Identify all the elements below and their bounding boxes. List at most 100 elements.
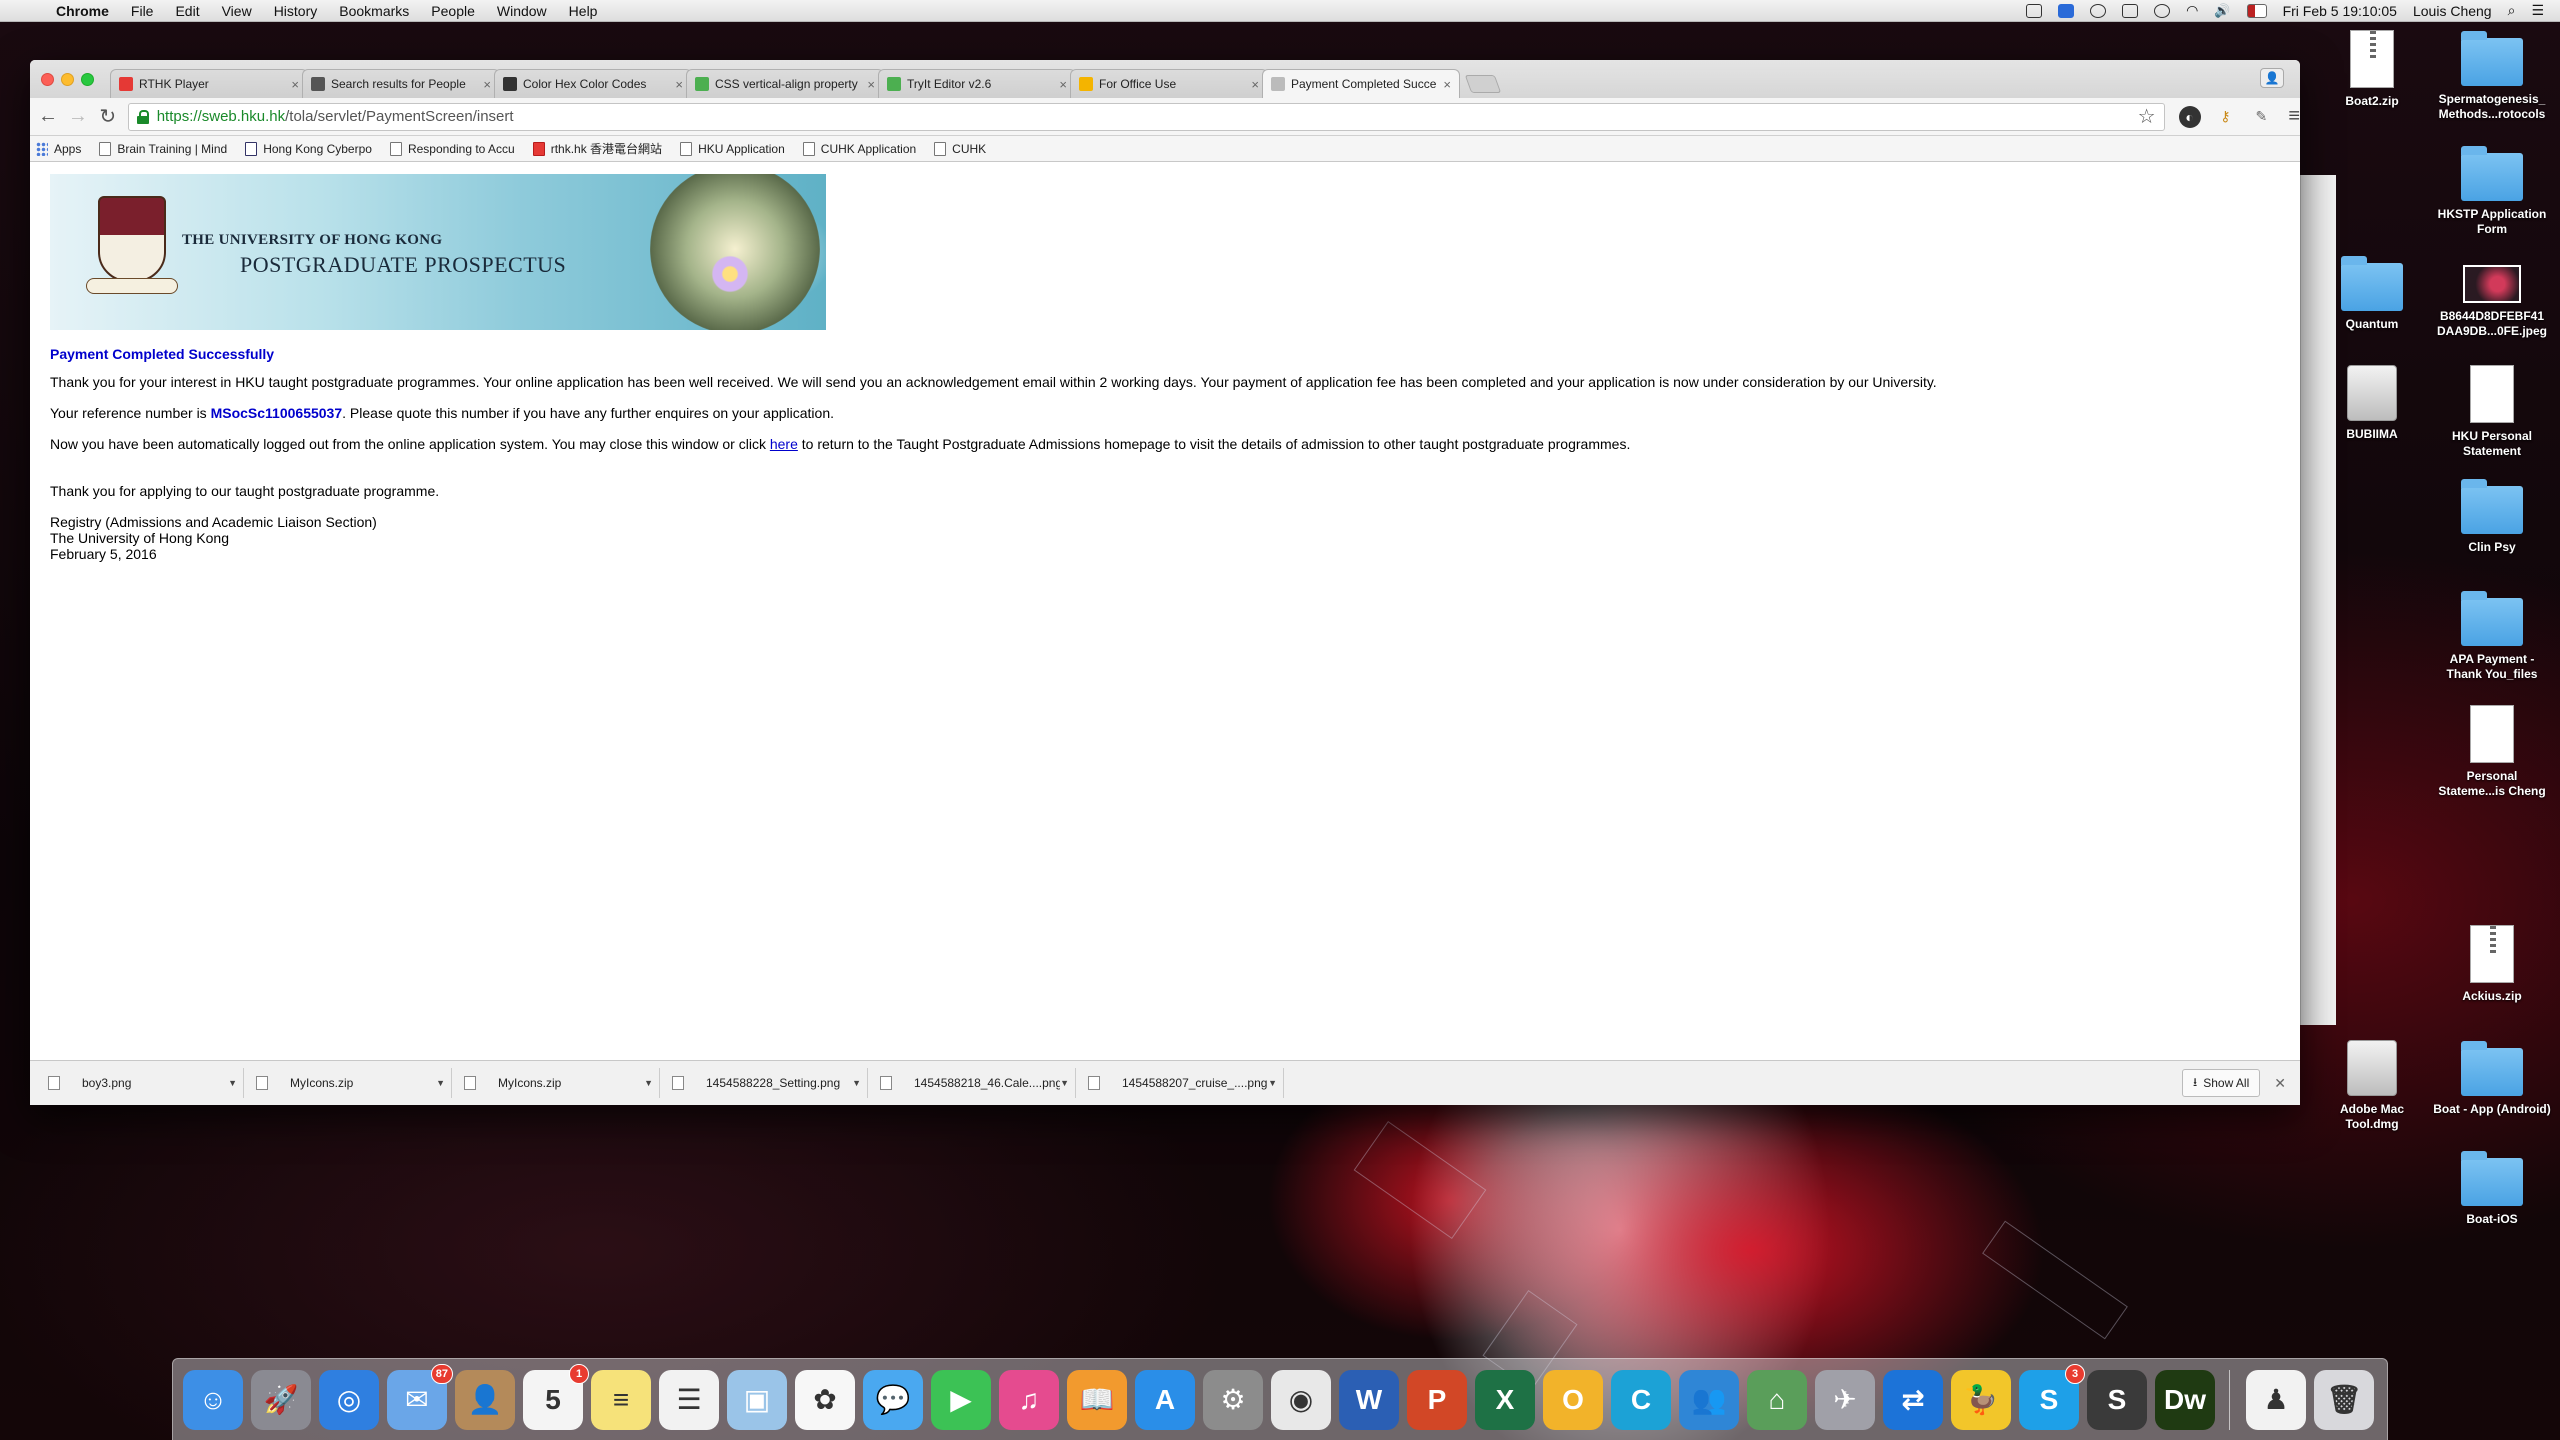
chevron-down-icon[interactable]: ▼ bbox=[644, 1078, 653, 1088]
menu-app-chrome[interactable]: Chrome bbox=[56, 3, 109, 19]
dock-app-dreamweaver-icon[interactable]: Dw bbox=[2155, 1369, 2215, 1430]
desktop-icon[interactable]: Ackius.zip bbox=[2432, 925, 2552, 1004]
menu-file[interactable]: File bbox=[131, 3, 154, 19]
dock-app-preview-icon[interactable]: ▣ bbox=[727, 1369, 787, 1430]
desktop-icon[interactable]: Boat2.zip bbox=[2312, 30, 2432, 109]
close-window-button[interactable] bbox=[41, 73, 54, 86]
show-all-downloads-button[interactable]: ⭳ Show All bbox=[2182, 1069, 2261, 1097]
tab-close-icon[interactable]: × bbox=[1059, 77, 1067, 92]
dock-app-trash-icon[interactable]: 🗑 bbox=[2314, 1369, 2374, 1430]
dock-app-safari-icon[interactable]: ◎ bbox=[319, 1369, 379, 1430]
tab-close-icon[interactable]: × bbox=[483, 77, 491, 92]
dock-app-sublime-icon[interactable]: S bbox=[2087, 1369, 2147, 1430]
forward-button[interactable]: → bbox=[66, 105, 90, 129]
dock-app-powerpoint-icon[interactable]: P bbox=[1407, 1369, 1467, 1430]
tab-close-icon[interactable]: × bbox=[867, 77, 875, 92]
dock-app-word-icon[interactable]: W bbox=[1339, 1369, 1399, 1430]
chevron-down-icon[interactable]: ▼ bbox=[1060, 1078, 1069, 1088]
user-name[interactable]: Louis Cheng bbox=[2413, 3, 2492, 19]
bookmark-cuhk-application[interactable]: CUHK Application bbox=[802, 141, 916, 156]
chevron-down-icon[interactable]: ▼ bbox=[436, 1078, 445, 1088]
profile-button[interactable]: 👤 bbox=[2260, 68, 2284, 88]
browser-tab[interactable]: TryIt Editor v2.6 × bbox=[878, 69, 1076, 98]
bookmark-responding[interactable]: Responding to Accu bbox=[389, 141, 515, 156]
tab-close-icon[interactable]: × bbox=[1251, 77, 1259, 92]
dock-app-system-preferences-icon[interactable]: ⚙ bbox=[1203, 1369, 1263, 1430]
desktop-icon[interactable]: Boat - App (Android) bbox=[2432, 1040, 2552, 1117]
here-link[interactable]: here bbox=[770, 436, 798, 452]
timemachine-icon[interactable] bbox=[2154, 3, 2171, 18]
dropbox-icon[interactable] bbox=[2058, 3, 2075, 18]
bookmark-star-icon[interactable]: ☆ bbox=[2138, 104, 2156, 129]
browser-tab[interactable]: Search results for People × bbox=[302, 69, 500, 98]
new-tab-button[interactable] bbox=[1464, 75, 1502, 93]
dock-app-messages-icon[interactable]: 💬 bbox=[863, 1369, 923, 1430]
dock-app-finder-icon[interactable]: ☺ bbox=[183, 1369, 243, 1430]
dock-app-excel-icon[interactable]: X bbox=[1475, 1369, 1535, 1430]
bookmark-hk-cyberport[interactable]: Hong Kong Cyberpo bbox=[245, 141, 372, 156]
menu-window[interactable]: Window bbox=[497, 3, 547, 19]
tray-cloud-icon[interactable] bbox=[2090, 3, 2107, 18]
dock-app-lync-icon[interactable]: 👥 bbox=[1679, 1369, 1739, 1430]
bookmark-cuhk[interactable]: CUHK bbox=[934, 141, 986, 156]
desktop-icon[interactable]: Spermatogenesis_ Methods...rotocols bbox=[2432, 30, 2552, 122]
minimize-window-button[interactable] bbox=[61, 73, 74, 86]
dock-app-skype-icon[interactable]: S3 bbox=[2019, 1363, 2085, 1430]
dock-app-cyberduck-icon[interactable]: 🦆 bbox=[1951, 1369, 2011, 1430]
wifi-icon[interactable]: ◠ bbox=[2186, 2, 2198, 19]
bookmark-rthk[interactable]: rthk.hk 香港電台網站 bbox=[532, 140, 662, 157]
dock-app-outlook-icon[interactable]: O bbox=[1543, 1369, 1603, 1430]
spotlight-icon[interactable]: ⌕ bbox=[2508, 2, 2516, 19]
dock-app-ibooks-icon[interactable]: 📖 bbox=[1067, 1369, 1127, 1430]
download-item[interactable]: boy3.png ▼ bbox=[36, 1068, 244, 1098]
extension-icon[interactable]: ◐ bbox=[2178, 105, 2201, 128]
tab-close-icon[interactable]: × bbox=[1443, 77, 1451, 92]
dock-app-launchpad-icon[interactable]: 🚀 bbox=[251, 1369, 311, 1430]
menu-view[interactable]: View bbox=[222, 3, 252, 19]
dock-app-itunes-icon[interactable]: ♫ bbox=[999, 1369, 1059, 1430]
desktop-icon[interactable]: Adobe Mac Tool.dmg bbox=[2312, 1040, 2432, 1132]
address-bar[interactable]: https://sweb.hku.hk /tola/servlet/Paymen… bbox=[127, 102, 2165, 131]
menu-bookmarks[interactable]: Bookmarks bbox=[339, 3, 409, 19]
notification-center-icon[interactable]: ☰ bbox=[2531, 2, 2544, 19]
bookmark-hku-application[interactable]: HKU Application bbox=[680, 141, 785, 156]
dock-app-facetime-icon[interactable]: ▶ bbox=[931, 1369, 991, 1430]
dock-app-teamviewer-icon[interactable]: ⇄ bbox=[1883, 1369, 1943, 1430]
tray-checkbox-icon[interactable] bbox=[2026, 3, 2043, 18]
desktop-icon[interactable]: Personal Stateme...is Cheng bbox=[2432, 705, 2552, 799]
menu-history[interactable]: History bbox=[274, 3, 318, 19]
clock[interactable]: Fri Feb 5 19:10:05 bbox=[2283, 3, 2397, 19]
dock-app-utility-icon[interactable]: ✈ bbox=[1815, 1369, 1875, 1430]
chevron-down-icon[interactable]: ▼ bbox=[852, 1078, 861, 1088]
desktop-icon[interactable]: APA Payment - Thank You_files bbox=[2432, 590, 2552, 682]
browser-tab[interactable]: RTHK Player × bbox=[110, 69, 308, 98]
download-item[interactable]: MyIcons.zip ▼ bbox=[452, 1068, 660, 1098]
download-item[interactable]: MyIcons.zip ▼ bbox=[244, 1068, 452, 1098]
dock-app-notes-icon[interactable]: ≡ bbox=[591, 1369, 651, 1430]
bookmark-apps[interactable]: Apps bbox=[36, 141, 81, 156]
tab-close-icon[interactable]: × bbox=[675, 77, 683, 92]
bookmark-brain-training[interactable]: Brain Training | Mind bbox=[99, 141, 227, 156]
dock-app-cisco-icon[interactable]: C bbox=[1611, 1369, 1671, 1430]
dock-app-reminders-icon[interactable]: ☰ bbox=[659, 1369, 719, 1430]
chrome-menu-icon[interactable]: ≡ bbox=[2288, 105, 2300, 128]
desktop-icon[interactable]: HKSTP Application Form bbox=[2432, 145, 2552, 237]
menu-help[interactable]: Help bbox=[569, 3, 598, 19]
airplay-icon[interactable] bbox=[2122, 3, 2139, 18]
desktop-icon[interactable]: Boat-iOS bbox=[2432, 1150, 2552, 1227]
desktop-icon[interactable]: BUBIIMA bbox=[2312, 365, 2432, 442]
dock-app-chrome-icon[interactable]: ◉ bbox=[1271, 1369, 1331, 1430]
dock-app-app-store-icon[interactable]: A bbox=[1135, 1369, 1195, 1430]
close-downloads-bar-icon[interactable]: ✕ bbox=[2274, 1075, 2286, 1092]
desktop-icon[interactable]: Quantum bbox=[2312, 255, 2432, 332]
menu-edit[interactable]: Edit bbox=[175, 3, 199, 19]
back-button[interactable]: ← bbox=[36, 105, 60, 129]
browser-tab[interactable]: For Office Use × bbox=[1070, 69, 1268, 98]
browser-tab[interactable]: Payment Completed Succe × bbox=[1262, 69, 1460, 98]
download-item[interactable]: 1454588218_46.Cale....png ▼ bbox=[868, 1068, 1076, 1098]
flag-icon[interactable] bbox=[2246, 3, 2267, 18]
extension-pen-icon[interactable]: ✎ bbox=[2250, 106, 2272, 128]
browser-tab[interactable]: Color Hex Color Codes × bbox=[494, 69, 692, 98]
dock-app-contacts-icon[interactable]: 👤 bbox=[455, 1369, 515, 1430]
browser-tab[interactable]: CSS vertical-align property × bbox=[686, 69, 884, 98]
